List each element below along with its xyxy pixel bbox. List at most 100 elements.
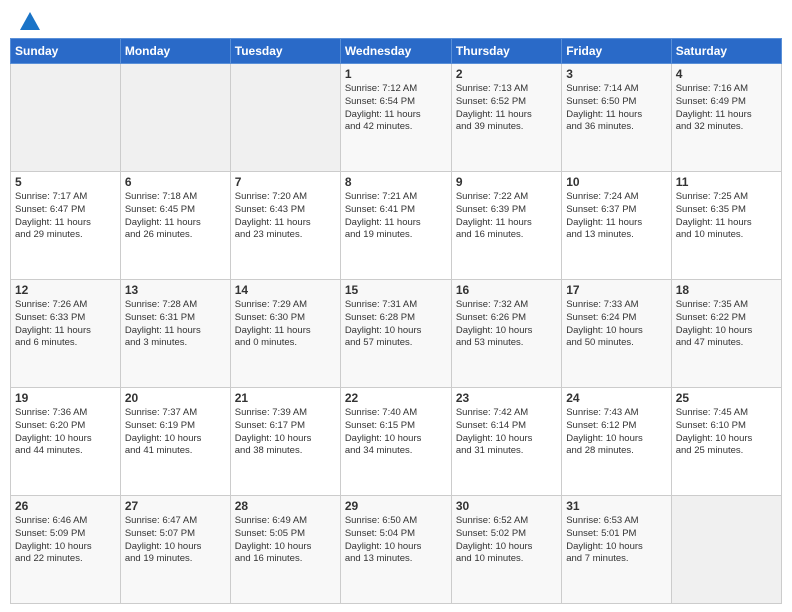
day-info: Sunrise: 7:42 AM Sunset: 6:14 PM Dayligh… (456, 407, 557, 458)
day-info: Sunrise: 7:13 AM Sunset: 6:52 PM Dayligh… (456, 83, 557, 134)
day-info: Sunrise: 7:43 AM Sunset: 6:12 PM Dayligh… (566, 407, 666, 458)
day-info: Sunrise: 7:20 AM Sunset: 6:43 PM Dayligh… (235, 191, 336, 242)
day-cell: 30 Sunrise: 6:52 AM Sunset: 5:02 PM Dayli… (451, 496, 561, 604)
day-cell: 4 Sunrise: 7:16 AM Sunset: 6:49 PM Daylig… (671, 64, 781, 172)
day-cell: 15 Sunrise: 7:31 AM Sunset: 6:28 PM Dayli… (340, 280, 451, 388)
day-info: Sunrise: 6:47 AM Sunset: 5:07 PM Dayligh… (125, 515, 226, 566)
day-cell: 23 Sunrise: 7:42 AM Sunset: 6:14 PM Dayli… (451, 388, 561, 496)
day-number: 5 (15, 175, 116, 189)
day-info: Sunrise: 7:14 AM Sunset: 6:50 PM Dayligh… (566, 83, 666, 134)
logo-triangle-icon (20, 12, 40, 30)
day-info: Sunrise: 7:39 AM Sunset: 6:17 PM Dayligh… (235, 407, 336, 458)
day-number: 28 (235, 499, 336, 513)
day-cell: 1 Sunrise: 7:12 AM Sunset: 6:54 PM Daylig… (340, 64, 451, 172)
day-cell: 2 Sunrise: 7:13 AM Sunset: 6:52 PM Daylig… (451, 64, 561, 172)
day-cell (671, 496, 781, 604)
day-info: Sunrise: 7:21 AM Sunset: 6:41 PM Dayligh… (345, 191, 447, 242)
day-number: 17 (566, 283, 666, 297)
day-cell: 9 Sunrise: 7:22 AM Sunset: 6:39 PM Daylig… (451, 172, 561, 280)
day-cell: 17 Sunrise: 7:33 AM Sunset: 6:24 PM Dayli… (562, 280, 671, 388)
day-number: 30 (456, 499, 557, 513)
day-number: 18 (676, 283, 777, 297)
day-number: 9 (456, 175, 557, 189)
page: SundayMondayTuesdayWednesdayThursdayFrid… (0, 0, 792, 612)
day-cell: 3 Sunrise: 7:14 AM Sunset: 6:50 PM Daylig… (562, 64, 671, 172)
day-cell: 24 Sunrise: 7:43 AM Sunset: 6:12 PM Dayli… (562, 388, 671, 496)
day-header-friday: Friday (562, 39, 671, 64)
day-number: 14 (235, 283, 336, 297)
calendar: SundayMondayTuesdayWednesdayThursdayFrid… (0, 38, 792, 612)
day-cell: 27 Sunrise: 6:47 AM Sunset: 5:07 PM Dayli… (120, 496, 230, 604)
day-number: 1 (345, 67, 447, 81)
day-cell: 26Sunrise: 6:46 AM Sunset: 5:09 PM Dayli… (11, 496, 121, 604)
week-row-1: 1 Sunrise: 7:12 AM Sunset: 6:54 PM Daylig… (11, 64, 782, 172)
week-row-4: 19Sunrise: 7:36 AM Sunset: 6:20 PM Dayli… (11, 388, 782, 496)
day-number: 29 (345, 499, 447, 513)
day-info: Sunrise: 6:46 AM Sunset: 5:09 PM Dayligh… (15, 515, 116, 566)
day-info: Sunrise: 6:52 AM Sunset: 5:02 PM Dayligh… (456, 515, 557, 566)
day-header-wednesday: Wednesday (340, 39, 451, 64)
day-info: Sunrise: 7:40 AM Sunset: 6:15 PM Dayligh… (345, 407, 447, 458)
day-info: Sunrise: 7:26 AM Sunset: 6:33 PM Dayligh… (15, 299, 116, 350)
day-info: Sunrise: 6:50 AM Sunset: 5:04 PM Dayligh… (345, 515, 447, 566)
day-info: Sunrise: 7:16 AM Sunset: 6:49 PM Dayligh… (676, 83, 777, 134)
day-number: 21 (235, 391, 336, 405)
day-number: 20 (125, 391, 226, 405)
day-info: Sunrise: 7:25 AM Sunset: 6:35 PM Dayligh… (676, 191, 777, 242)
day-number: 11 (676, 175, 777, 189)
day-info: Sunrise: 7:18 AM Sunset: 6:45 PM Dayligh… (125, 191, 226, 242)
day-number: 12 (15, 283, 116, 297)
day-number: 31 (566, 499, 666, 513)
day-info: Sunrise: 7:12 AM Sunset: 6:54 PM Dayligh… (345, 83, 447, 134)
day-info: Sunrise: 7:22 AM Sunset: 6:39 PM Dayligh… (456, 191, 557, 242)
day-number: 19 (15, 391, 116, 405)
day-info: Sunrise: 7:17 AM Sunset: 6:47 PM Dayligh… (15, 191, 116, 242)
day-number: 15 (345, 283, 447, 297)
day-info: Sunrise: 7:37 AM Sunset: 6:19 PM Dayligh… (125, 407, 226, 458)
day-cell: 19Sunrise: 7:36 AM Sunset: 6:20 PM Dayli… (11, 388, 121, 496)
day-cell: 25Sunrise: 7:45 AM Sunset: 6:10 PM Dayli… (671, 388, 781, 496)
day-number: 8 (345, 175, 447, 189)
day-header-sunday: Sunday (11, 39, 121, 64)
day-cell: 21 Sunrise: 7:39 AM Sunset: 6:17 PM Dayli… (230, 388, 340, 496)
day-number: 7 (235, 175, 336, 189)
day-cell: 8 Sunrise: 7:21 AM Sunset: 6:41 PM Daylig… (340, 172, 451, 280)
day-info: Sunrise: 7:33 AM Sunset: 6:24 PM Dayligh… (566, 299, 666, 350)
day-header-thursday: Thursday (451, 39, 561, 64)
day-number: 27 (125, 499, 226, 513)
day-number: 13 (125, 283, 226, 297)
day-cell: 6 Sunrise: 7:18 AM Sunset: 6:45 PM Daylig… (120, 172, 230, 280)
week-row-2: 5 Sunrise: 7:17 AM Sunset: 6:47 PM Daylig… (11, 172, 782, 280)
week-row-5: 26Sunrise: 6:46 AM Sunset: 5:09 PM Dayli… (11, 496, 782, 604)
day-number: 24 (566, 391, 666, 405)
day-cell (11, 64, 121, 172)
days-header-row: SundayMondayTuesdayWednesdayThursdayFrid… (11, 39, 782, 64)
day-info: Sunrise: 7:35 AM Sunset: 6:22 PM Dayligh… (676, 299, 777, 350)
day-info: Sunrise: 7:24 AM Sunset: 6:37 PM Dayligh… (566, 191, 666, 242)
day-cell: 22 Sunrise: 7:40 AM Sunset: 6:15 PM Dayli… (340, 388, 451, 496)
day-cell (230, 64, 340, 172)
day-cell: 12 Sunrise: 7:26 AM Sunset: 6:33 PM Dayli… (11, 280, 121, 388)
day-cell: 20 Sunrise: 7:37 AM Sunset: 6:19 PM Dayli… (120, 388, 230, 496)
day-info: Sunrise: 7:32 AM Sunset: 6:26 PM Dayligh… (456, 299, 557, 350)
day-cell (120, 64, 230, 172)
day-cell: 28 Sunrise: 6:49 AM Sunset: 5:05 PM Dayli… (230, 496, 340, 604)
day-info: Sunrise: 6:49 AM Sunset: 5:05 PM Dayligh… (235, 515, 336, 566)
day-info: Sunrise: 7:28 AM Sunset: 6:31 PM Dayligh… (125, 299, 226, 350)
day-cell: 16Sunrise: 7:32 AM Sunset: 6:26 PM Dayli… (451, 280, 561, 388)
calendar-table: SundayMondayTuesdayWednesdayThursdayFrid… (10, 38, 782, 604)
day-cell: 11 Sunrise: 7:25 AM Sunset: 6:35 PM Dayli… (671, 172, 781, 280)
day-info: Sunrise: 7:29 AM Sunset: 6:30 PM Dayligh… (235, 299, 336, 350)
header (0, 0, 792, 38)
day-info: Sunrise: 7:31 AM Sunset: 6:28 PM Dayligh… (345, 299, 447, 350)
day-number: 4 (676, 67, 777, 81)
day-number: 22 (345, 391, 447, 405)
day-number: 2 (456, 67, 557, 81)
week-row-3: 12 Sunrise: 7:26 AM Sunset: 6:33 PM Dayli… (11, 280, 782, 388)
day-cell: 29 Sunrise: 6:50 AM Sunset: 5:04 PM Dayli… (340, 496, 451, 604)
day-number: 3 (566, 67, 666, 81)
day-number: 6 (125, 175, 226, 189)
day-number: 23 (456, 391, 557, 405)
day-cell: 10Sunrise: 7:24 AM Sunset: 6:37 PM Dayli… (562, 172, 671, 280)
day-cell: 14 Sunrise: 7:29 AM Sunset: 6:30 PM Dayli… (230, 280, 340, 388)
